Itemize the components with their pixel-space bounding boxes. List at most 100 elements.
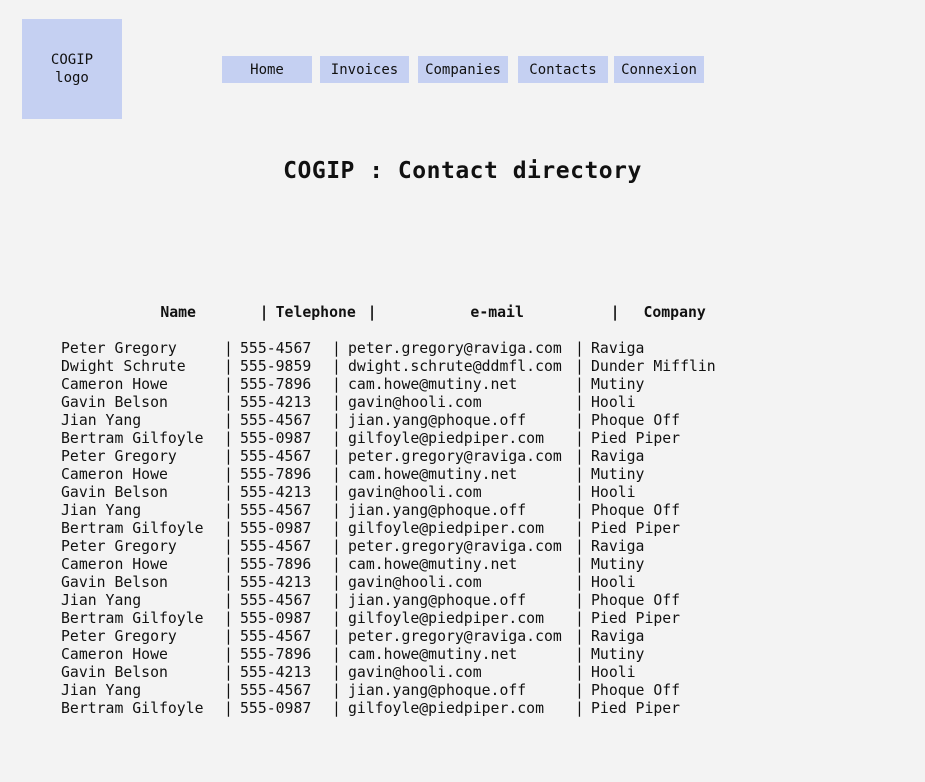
column-separator: | [610,304,620,321]
contact-telephone: 555-4567 [240,592,312,609]
contact-telephone: 555-0987 [240,610,312,627]
table-row: Jian Yang | 555-4567 | jian.yang@phoque.off |… [61,412,731,430]
column-separator: | [332,700,341,717]
table-row: Peter Gregory | 555-4567 | peter.gregory@rav… [61,538,731,556]
contact-company: Phoque Off [591,412,681,429]
column-separator: | [332,592,341,609]
contact-telephone: 555-4567 [240,502,312,519]
header-name: Name [160,304,196,321]
nav-companies-button[interactable]: Companies [418,56,508,83]
column-separator: | [332,502,341,519]
column-separator: | [575,610,584,627]
contact-telephone: 555-7896 [240,646,312,663]
contact-email: gavin@hooli.com [348,574,482,591]
contact-telephone: 555-4213 [240,484,312,501]
column-separator: | [575,628,584,645]
column-separator: | [575,538,584,555]
table-row: Peter Gregory | 555-4567 | peter.gregory@rav… [61,448,731,466]
contact-telephone: 555-4567 [240,448,312,465]
column-separator: | [332,664,341,681]
column-separator: | [575,376,584,393]
column-separator: | [224,574,233,591]
table-header-row: Name | Telephone | e-mail | Company [61,286,731,321]
column-separator: | [224,394,233,411]
column-separator: | [224,502,233,519]
contact-name: Jian Yang [61,682,142,699]
table-row: Jian Yang | 555-4567 | jian.yang@phoque.off |… [61,502,731,520]
column-separator: | [332,484,341,501]
contact-telephone: 555-0987 [240,700,312,717]
column-separator: | [224,628,233,645]
table-row: Gavin Belson | 555-4213 | gavin@hooli.com | Ho… [61,484,731,502]
contact-company: Hooli [591,394,636,411]
contact-telephone: 555-7896 [240,376,312,393]
column-separator: | [259,304,269,321]
table-row: Cameron Howe | 555-7896 | cam.howe@mutiny.ne… [61,376,731,394]
table-row: Dwight Schrute | 555-9859 | dwight.schrute@d… [61,358,731,376]
column-separator: | [224,376,233,393]
column-separator: | [575,430,584,447]
contact-email: peter.gregory@raviga.com [348,340,562,357]
column-separator: | [224,682,233,699]
contact-email: cam.howe@mutiny.net [348,556,518,573]
contact-directory-table: Name | Telephone | e-mail | Company Peter Greg… [61,250,731,736]
column-separator: | [575,502,584,519]
contact-name: Gavin Belson [61,394,168,411]
table-row: Bertram Gilfoyle | 555-0987 | gilfoyle@piedp… [61,430,731,448]
nav-invoices-button[interactable]: Invoices [320,56,409,83]
column-separator: | [575,664,584,681]
column-separator: | [224,664,233,681]
contact-name: Jian Yang [61,502,142,519]
contact-name: Gavin Belson [61,574,168,591]
contact-name: Peter Gregory [61,538,177,555]
contact-name: Gavin Belson [61,484,168,501]
contact-email: gavin@hooli.com [348,484,482,501]
table-row: Gavin Belson | 555-4213 | gavin@hooli.com | Ho… [61,574,731,592]
contact-name: Bertram Gilfoyle [61,610,204,627]
contact-email: peter.gregory@raviga.com [348,448,562,465]
column-separator: | [224,358,233,375]
column-separator: | [332,556,341,573]
contact-company: Mutiny [591,466,645,483]
column-separator: | [332,538,341,555]
contact-name: Peter Gregory [61,628,177,645]
table-row: Jian Yang | 555-4567 | jian.yang@phoque.off |… [61,682,731,700]
contact-company: Phoque Off [591,592,681,609]
contact-email: jian.yang@phoque.off [348,682,527,699]
contact-email: gavin@hooli.com [348,664,482,681]
page-title: COGIP : Contact directory [283,158,642,184]
contact-company: Pied Piper [591,430,681,447]
contact-telephone: 555-4213 [240,664,312,681]
table-row: Peter Gregory | 555-4567 | peter.gregory@rav… [61,340,731,358]
contact-name: Jian Yang [61,412,142,429]
table-row: Gavin Belson | 555-4213 | gavin@hooli.com | Ho… [61,664,731,682]
contact-name: Peter Gregory [61,448,177,465]
contact-name: Dwight Schrute [61,358,186,375]
contact-name: Bertram Gilfoyle [61,700,204,717]
column-separator: | [224,520,233,537]
contact-telephone: 555-4567 [240,412,312,429]
contact-email: gilfoyle@piedpiper.com [348,430,544,447]
contact-name: Cameron Howe [61,556,168,573]
table-row: Bertram Gilfoyle | 555-0987 | gilfoyle@piedp… [61,610,731,628]
contact-email: dwight.schrute@ddmfl.com [348,358,562,375]
contact-email: gavin@hooli.com [348,394,482,411]
header-telephone: Telephone [275,304,356,321]
column-separator: | [332,610,341,627]
column-separator: | [332,574,341,591]
logo-placeholder: COGIP logo [22,19,122,119]
column-separator: | [224,610,233,627]
logo-text-line1: COGIP [50,52,94,68]
column-separator: | [575,412,584,429]
column-separator: | [332,340,341,357]
nav-connexion-button[interactable]: Connexion [614,56,704,83]
nav-contacts-button[interactable]: Contacts [518,56,608,83]
column-separator: | [575,448,584,465]
contact-name: Jian Yang [61,592,142,609]
contact-telephone: 555-4213 [240,574,312,591]
nav-home-button[interactable]: Home [222,56,312,83]
column-separator: | [575,556,584,573]
contact-email: gilfoyle@piedpiper.com [348,700,544,717]
column-separator: | [332,430,341,447]
column-separator: | [332,376,341,393]
